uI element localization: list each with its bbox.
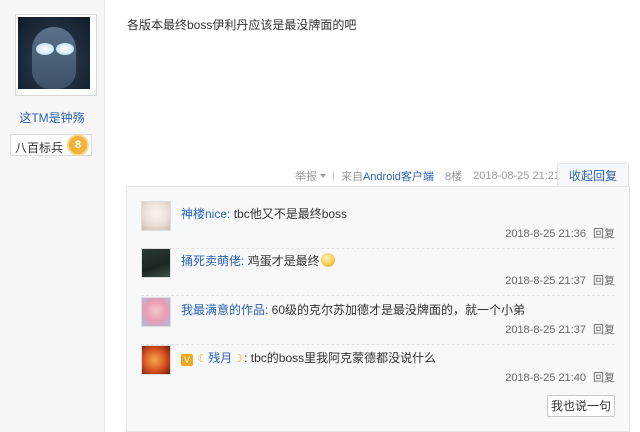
level-title: 八百标兵 [15,141,64,155]
client-link[interactable]: Android客户端 [363,168,434,184]
reply-time: 2018-8-25 21:40 [505,372,586,384]
reply-username[interactable]: 残月 [208,351,232,365]
moon-icon: ☾ [197,353,208,365]
reply-username[interactable]: 神楼nice: [181,207,230,221]
reply-avatar[interactable] [141,201,171,231]
reply-username[interactable]: 捅死卖萌佬: [181,254,244,268]
list-item: 捅死卖萌佬: 鸡蛋才是最终 2018-8-25 21:37 回复 [141,248,615,296]
reply-link[interactable]: 回复 [593,275,615,287]
floor-number: 8楼 [444,171,463,183]
post-tail: 举报 | 来自Android客户端 8楼 2018-08-25 21:21 [295,168,560,184]
reply-time: 2018-8-25 21:37 [505,275,586,287]
reply-avatar[interactable] [141,345,171,375]
report-link[interactable]: 举报 [295,168,326,184]
author-avatar[interactable] [15,14,97,96]
post-time: 2018-08-25 21:21 [473,170,560,182]
divider: | [332,170,335,182]
moon-icon: ☽ [233,353,244,365]
reply-avatar[interactable] [141,248,171,278]
list-item: 我最满意的作品: 60级的克尔苏加德才是最没牌面的，就一个小弟 2018-8-2… [141,297,615,345]
level-number-icon: 8 [69,136,87,154]
reply-text: 60级的克尔苏加德才是最没牌面的，就一个小弟 [268,303,526,317]
author-name-link[interactable]: 这TM是钟殇 [0,109,104,126]
reply-time: 2018-8-25 21:37 [505,324,586,336]
reply-text: tbc的boss里我阿克蒙德都没说什么 [250,351,437,365]
egg-emoji-icon [320,253,335,267]
reply-username[interactable]: 我最满意的作品: [181,303,268,317]
vip-badge-icon: V [181,354,193,366]
list-item: V ☾残月☽: tbc的boss里我阿克蒙德都没说什么 2018-8-25 21… [141,345,615,393]
reply-list: 神楼nice: tbc他又不是最终boss 2018-8-25 21:36 回复… [126,186,630,432]
reply-text: 鸡蛋才是最终 [244,254,320,268]
reply-link[interactable]: 回复 [593,228,615,240]
divider [141,295,615,296]
list-item: 神楼nice: tbc他又不是最终boss 2018-8-25 21:36 回复 [141,201,615,249]
level-badge[interactable]: 八百标兵 8 [10,134,92,156]
reply-link[interactable]: 回复 [593,324,615,336]
collapse-reply-button[interactable]: 收起回复 [557,163,629,187]
reply-link[interactable]: 回复 [593,372,615,384]
from-label: 来自 [340,171,363,183]
reply-avatar[interactable] [141,297,171,327]
avatar-image [18,17,90,89]
post-content: 各版本最终boss伊利丹应该是最没牌面的吧 [127,18,357,32]
chevron-down-icon [319,174,326,178]
author-sidebar: 这TM是钟殇 八百标兵 8 [0,0,105,432]
say-something-button[interactable]: 我也说一句 [547,395,615,417]
reply-text: tbc他又不是最终boss [230,207,348,221]
reply-time: 2018-8-25 21:36 [505,228,586,240]
